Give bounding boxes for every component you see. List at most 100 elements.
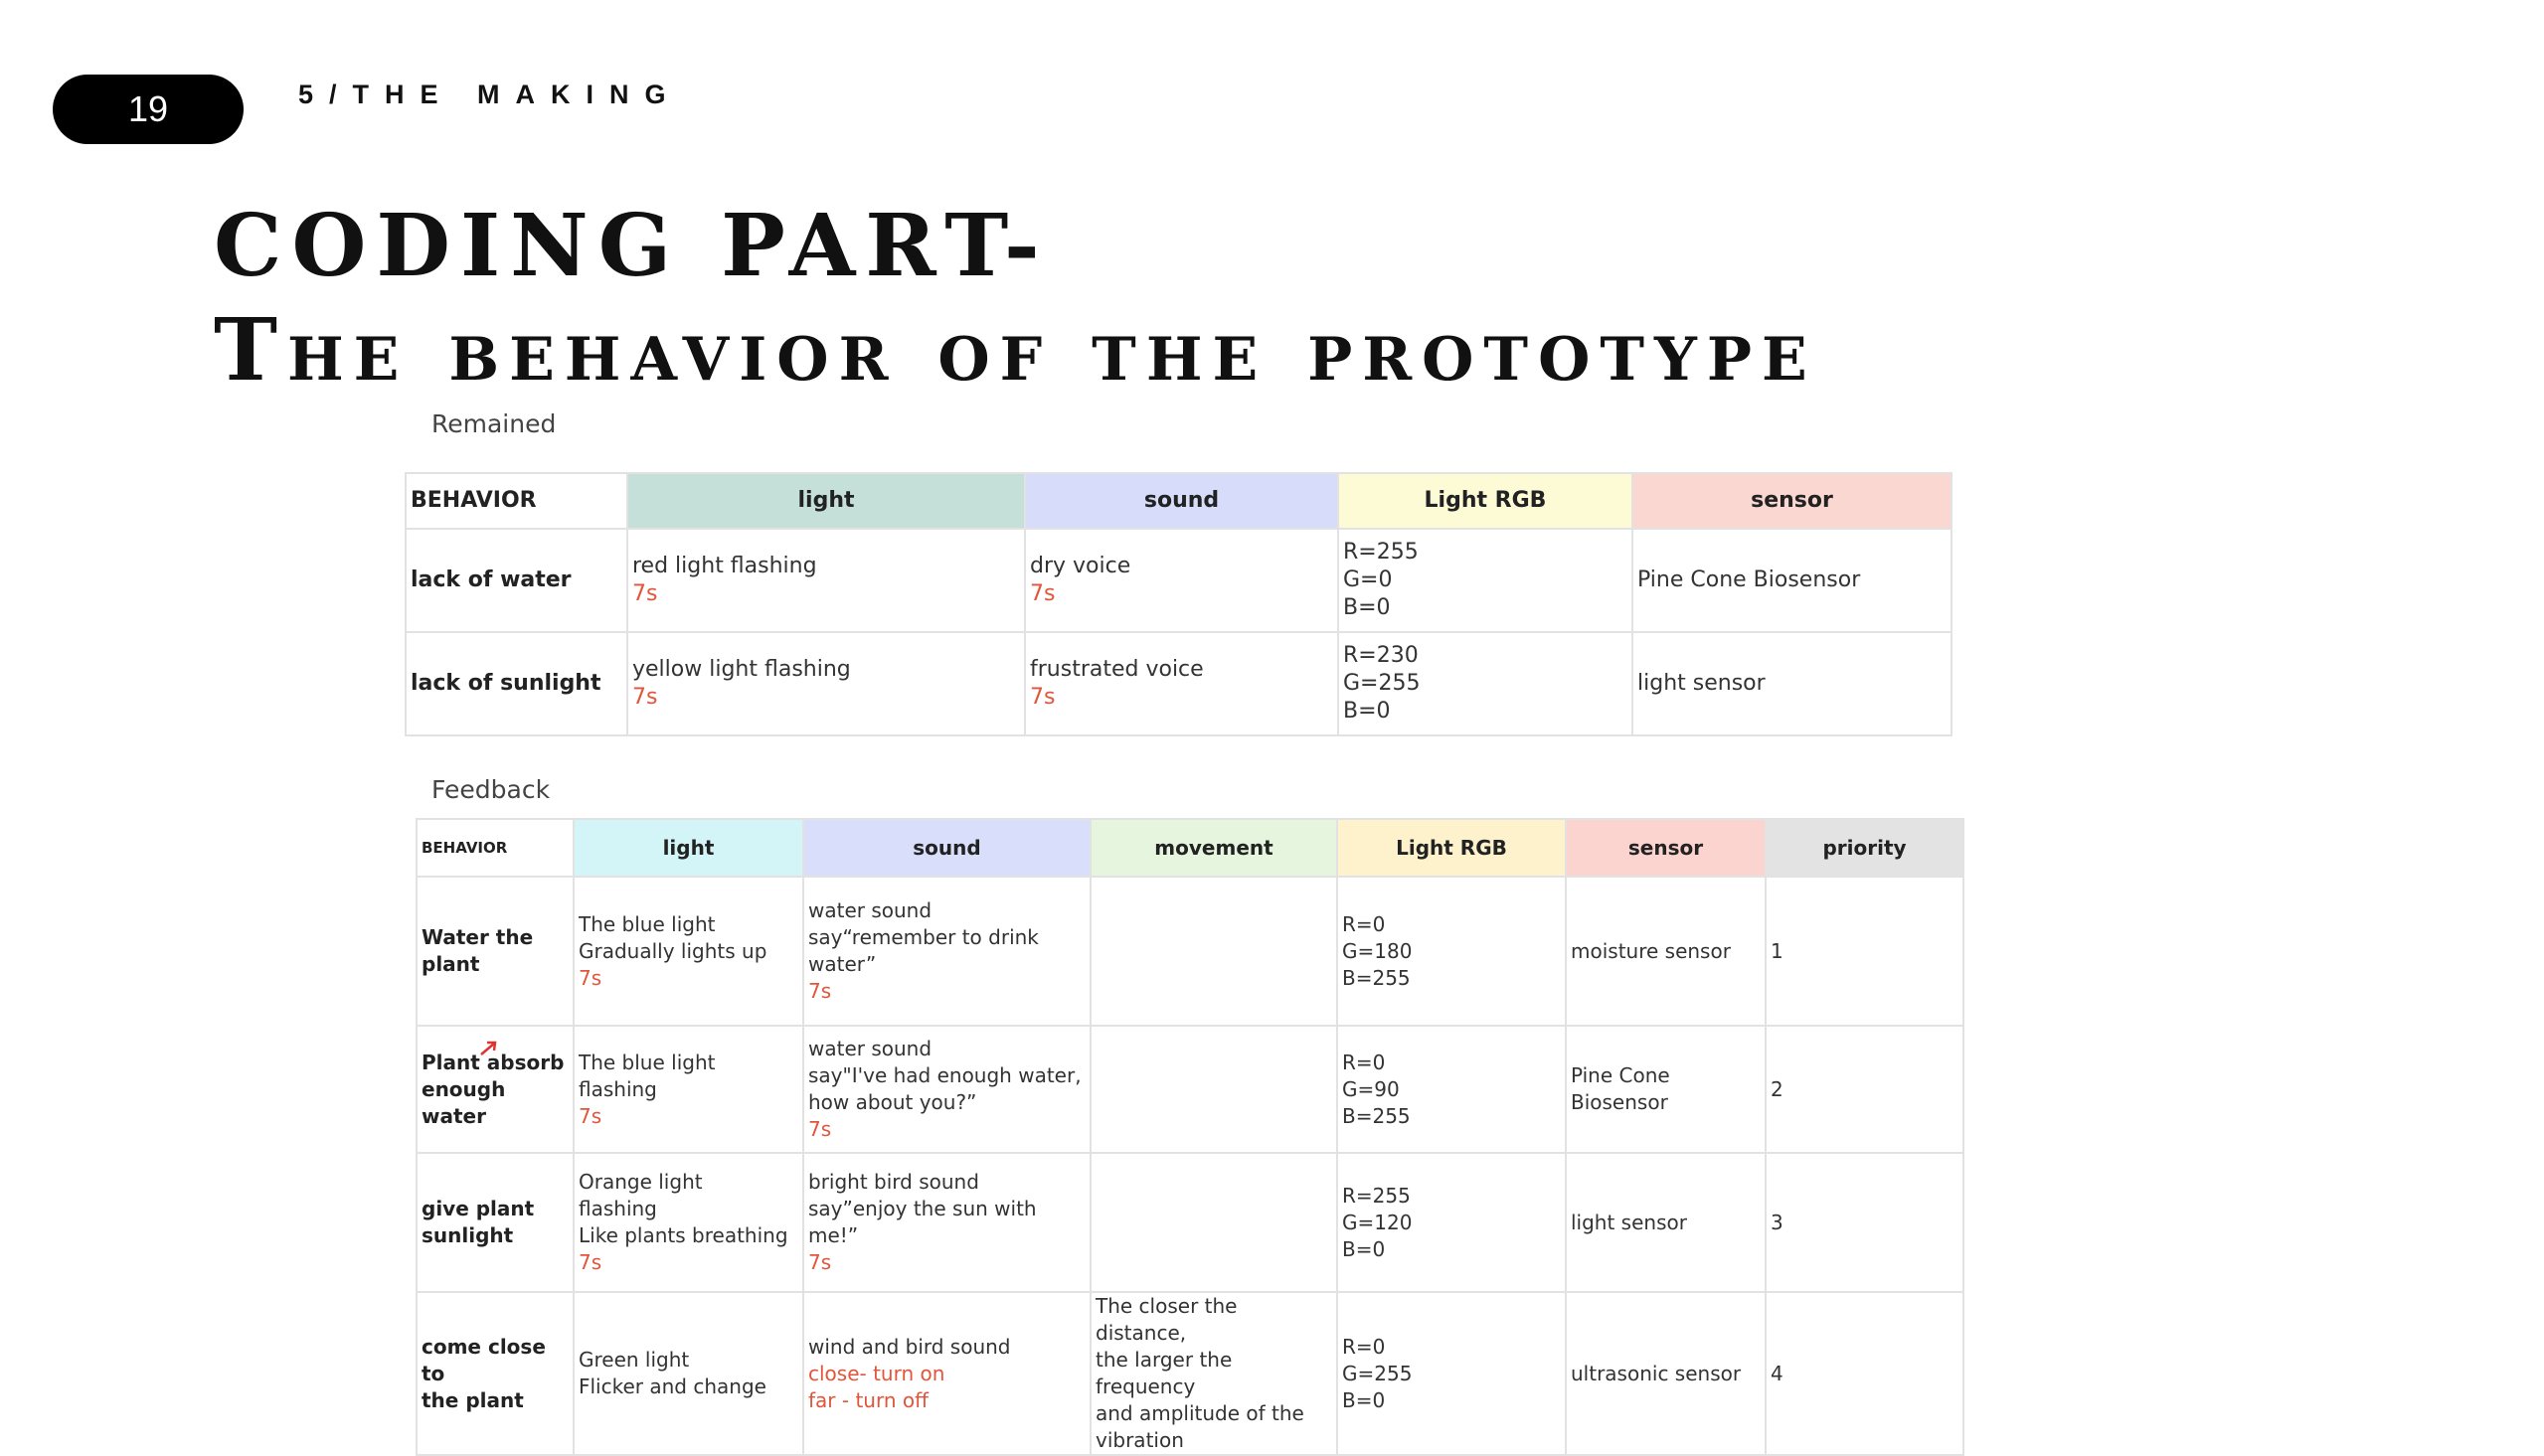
priority-value: 2 bbox=[1771, 1076, 1783, 1101]
rgb-value: B=0 bbox=[1342, 1236, 1386, 1261]
light-text: Gradually lights up bbox=[579, 938, 767, 963]
light-text: red light flashing bbox=[632, 554, 817, 578]
remained-header-light: light bbox=[626, 472, 1026, 530]
rgb-value: B=0 bbox=[1342, 1387, 1386, 1412]
behavior-label: Plant absorb bbox=[422, 1050, 565, 1074]
sound-text: dry voice bbox=[1030, 554, 1131, 578]
rgb-cell: R=0 G=90 B=255 bbox=[1336, 1025, 1567, 1154]
sensor-text: light sensor bbox=[1571, 1210, 1687, 1234]
priority-value: 3 bbox=[1771, 1210, 1783, 1234]
movement-text: the larger the frequency bbox=[1096, 1348, 1233, 1398]
sensor-cell: moisture sensor bbox=[1565, 876, 1767, 1027]
behavior-label: lack of sunlight bbox=[411, 671, 601, 696]
sensor-text: ultrasonic sensor bbox=[1571, 1361, 1742, 1385]
title-line-1: CODING PART- bbox=[214, 196, 1050, 296]
section-label: 5/THE MAKING bbox=[298, 80, 682, 109]
rgb-value: G=255 bbox=[1343, 671, 1421, 696]
remained-header-behavior: BEHAVIOR bbox=[405, 472, 628, 530]
sound-duration: 7s bbox=[808, 1117, 832, 1141]
behavior-label: plant bbox=[422, 952, 480, 976]
rgb-value: G=180 bbox=[1342, 938, 1413, 963]
sensor-text: Pine Cone Biosensor bbox=[1571, 1063, 1670, 1114]
behavior-cell: lack of water bbox=[405, 528, 628, 633]
priority-value: 4 bbox=[1771, 1361, 1783, 1385]
remained-header-light-rgb: Light RGB bbox=[1337, 472, 1633, 530]
light-cell: Orange light flashing Like plants breathin… bbox=[573, 1152, 804, 1293]
light-text: yellow light flashing bbox=[632, 657, 851, 682]
feedback-table: BEHAVIOR light sound movement Light RGB … bbox=[416, 818, 1964, 1456]
sound-text: wind and bird sound bbox=[808, 1334, 1011, 1359]
movement-cell bbox=[1090, 1152, 1338, 1293]
sensor-cell: ultrasonic sensor bbox=[1565, 1291, 1767, 1456]
rgb-cell: R=0 G=255 B=0 bbox=[1336, 1291, 1567, 1456]
behavior-label: enough water bbox=[422, 1076, 506, 1128]
movement-text: vibration bbox=[1096, 1428, 1184, 1452]
rgb-value: R=0 bbox=[1342, 1334, 1386, 1359]
sound-text: say“remember to drink water” bbox=[808, 925, 1039, 976]
sound-duration: 7s bbox=[808, 1250, 832, 1274]
feedback-header-sound: sound bbox=[802, 818, 1092, 878]
rgb-value: R=255 bbox=[1342, 1183, 1411, 1208]
rgb-value: B=255 bbox=[1342, 965, 1411, 990]
light-duration: 7s bbox=[632, 685, 658, 710]
feedback-header-movement: movement bbox=[1090, 818, 1338, 878]
light-text: flashing bbox=[579, 1076, 657, 1101]
behavior-label: lack of water bbox=[411, 567, 572, 592]
feedback-header-row: BEHAVIOR light sound movement Light RGB … bbox=[416, 818, 1964, 878]
table-row: lack of sunlight yellow light flashing 7s f… bbox=[405, 631, 1952, 736]
behavior-label: the plant bbox=[422, 1387, 524, 1412]
feedback-header-behavior: BEHAVIOR bbox=[416, 818, 575, 878]
movement-text: The closer the distance, bbox=[1096, 1294, 1238, 1345]
light-text: Green light bbox=[579, 1348, 690, 1372]
rgb-cell: R=255 G=120 B=0 bbox=[1336, 1152, 1567, 1293]
title-line-2: The behavior of the prototype bbox=[214, 300, 1817, 401]
light-duration: 7s bbox=[579, 965, 602, 990]
rgb-value: R=0 bbox=[1342, 911, 1386, 936]
light-text: Like plants breathing bbox=[579, 1223, 788, 1247]
sound-duration: 7s bbox=[808, 979, 832, 1003]
sound-cell: dry voice 7s bbox=[1024, 528, 1339, 633]
feedback-caption: Feedback bbox=[431, 775, 551, 804]
feedback-header-sensor: sensor bbox=[1565, 818, 1767, 878]
page-number: 19 bbox=[127, 88, 169, 129]
feedback-header-light-rgb: Light RGB bbox=[1336, 818, 1567, 878]
sound-text: how about you?” bbox=[808, 1090, 977, 1114]
rgb-cell: R=230 G=255 B=0 bbox=[1337, 631, 1633, 736]
priority-cell: 2 bbox=[1765, 1025, 1964, 1154]
sound-mode: far - turn off bbox=[808, 1387, 929, 1412]
rgb-value: G=90 bbox=[1342, 1076, 1400, 1101]
sound-duration: 7s bbox=[1030, 581, 1056, 606]
light-duration: 7s bbox=[579, 1250, 602, 1274]
sound-text: say"I've had enough water, bbox=[808, 1063, 1082, 1087]
remained-header-row: BEHAVIOR light sound Light RGB sensor bbox=[405, 472, 1952, 530]
light-text: The blue light bbox=[579, 911, 716, 936]
table-row: give plant sunlight Orange light flashing Li… bbox=[416, 1152, 1964, 1293]
sensor-text: moisture sensor bbox=[1571, 938, 1731, 963]
remained-caption: Remained bbox=[431, 409, 557, 438]
sensor-text: light sensor bbox=[1637, 671, 1766, 696]
rgb-value: G=0 bbox=[1343, 567, 1393, 592]
light-cell: yellow light flashing 7s bbox=[626, 631, 1026, 736]
behavior-cell: Water the plant bbox=[416, 876, 575, 1027]
movement-cell: The closer the distance, the larger the f… bbox=[1090, 1291, 1338, 1456]
sound-cell: bright bird sound say”enjoy the sun with … bbox=[802, 1152, 1092, 1293]
remained-header-sound: sound bbox=[1024, 472, 1339, 530]
light-duration: 7s bbox=[579, 1103, 602, 1128]
sensor-cell: Pine Cone Biosensor bbox=[1631, 528, 1952, 633]
page-number-badge: 19 bbox=[53, 75, 244, 144]
light-cell: red light flashing 7s bbox=[626, 528, 1026, 633]
table-row: lack of water red light flashing 7s dry voi… bbox=[405, 528, 1952, 633]
sensor-text: Pine Cone Biosensor bbox=[1637, 567, 1861, 592]
sound-duration: 7s bbox=[1030, 685, 1056, 710]
priority-cell: 4 bbox=[1765, 1291, 1964, 1456]
sound-cell: frustrated voice 7s bbox=[1024, 631, 1339, 736]
behavior-cell: Plant absorb enough water bbox=[416, 1025, 575, 1154]
light-duration: 7s bbox=[632, 581, 658, 606]
sensor-cell: Pine Cone Biosensor bbox=[1565, 1025, 1767, 1154]
sound-text: bright bird sound bbox=[808, 1170, 979, 1194]
priority-value: 1 bbox=[1771, 938, 1783, 963]
sensor-cell: light sensor bbox=[1565, 1152, 1767, 1293]
light-cell: Green light Flicker and change bbox=[573, 1291, 804, 1456]
light-cell: The blue light flashing 7s bbox=[573, 1025, 804, 1154]
sound-text: water sound bbox=[808, 1037, 933, 1060]
